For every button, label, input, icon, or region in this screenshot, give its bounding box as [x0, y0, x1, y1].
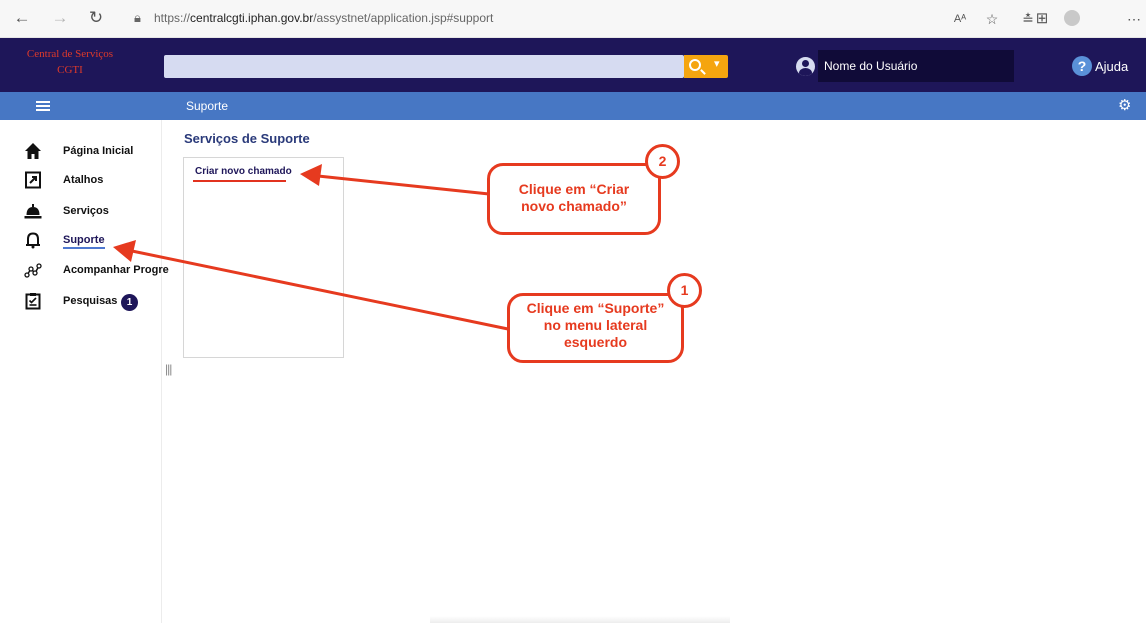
refresh-icon[interactable]: ↻ — [86, 8, 106, 28]
back-icon[interactable]: ← — [12, 8, 32, 28]
favorite-icon[interactable]: ☆ — [982, 9, 1002, 29]
sidebar-item-label: Pesquisas — [63, 295, 118, 307]
collections-icon[interactable]: ⊞ — [1032, 9, 1052, 29]
step-number: 2 — [645, 144, 680, 179]
annotation-underline — [193, 180, 286, 182]
sidebar — [0, 120, 162, 623]
home-icon — [25, 143, 41, 159]
callout-text: novo chamado” — [521, 198, 627, 214]
chevron-down-icon: ▾ — [714, 58, 720, 70]
url-host: centralcgti.iphan.gov.br — [190, 11, 314, 25]
help-icon[interactable]: ? — [1072, 56, 1092, 76]
progress-icon — [24, 263, 42, 278]
more-icon[interactable]: ⋯ — [1124, 9, 1144, 29]
callout-step-2: Clique em “Criar novo chamado” — [487, 163, 661, 235]
step-number: 1 — [667, 273, 702, 308]
sidebar-resize-handle[interactable]: ||| — [165, 362, 172, 376]
services-panel: Criar novo chamado — [183, 157, 344, 358]
brand-line2: CGTI — [57, 64, 83, 76]
gear-icon[interactable]: ⚙ — [1118, 97, 1131, 115]
sidebar-item-label: Página Inicial — [63, 145, 134, 157]
callout-step-1: Clique em “Suporte” no menu lateral esqu… — [507, 293, 684, 363]
nav-bar — [0, 92, 1146, 120]
profile-icon[interactable] — [1064, 10, 1080, 26]
callout-text: Clique em “Suporte” — [526, 300, 665, 316]
callout-text: no menu lateral — [543, 317, 648, 333]
sidebar-item-label: Acompanhar Progre — [63, 264, 169, 276]
service-bell-icon — [24, 204, 42, 219]
brand-line1: Central de Serviços — [26, 48, 114, 60]
forward-icon[interactable]: → — [50, 8, 70, 28]
search-button[interactable]: ▾ — [684, 55, 728, 78]
read-aloud-icon[interactable]: Aᴬ — [950, 9, 970, 29]
shortcut-icon — [25, 171, 41, 189]
sidebar-item-services[interactable]: Serviços — [22, 201, 162, 223]
help-link[interactable]: Ajuda — [1095, 59, 1128, 74]
url-path: /assystnet/application.jsp#support — [313, 11, 494, 25]
sidebar-item-shortcuts[interactable]: Atalhos — [22, 170, 162, 192]
brand-logo[interactable]: Central de Serviços CGTI — [18, 46, 122, 78]
sidebar-item-home[interactable]: Página Inicial — [22, 141, 162, 163]
breadcrumb: Suporte — [186, 99, 229, 113]
menu-icon[interactable] — [36, 101, 50, 112]
callout-text: Clique em “Criar — [518, 181, 630, 197]
survey-icon — [25, 293, 41, 310]
page-title: Serviços de Suporte — [184, 131, 310, 146]
search-input[interactable] — [164, 55, 684, 78]
callout-text: esquerdo — [563, 334, 627, 350]
sidebar-item-progress[interactable]: Acompanhar Progre — [22, 260, 169, 282]
user-avatar-icon[interactable] — [796, 57, 815, 76]
sidebar-item-label: Suporte — [63, 234, 105, 249]
user-name: Nome do Usuário — [824, 59, 918, 73]
create-ticket-link[interactable]: Criar novo chamado — [195, 166, 292, 177]
sidebar-item-label: Serviços — [63, 205, 109, 217]
user-menu[interactable]: Nome do Usuário — [818, 50, 1014, 82]
sidebar-item-surveys[interactable]: Pesquisas 1 — [22, 291, 162, 313]
sidebar-item-label: Atalhos — [63, 174, 104, 186]
bottom-scroll-shadow — [430, 616, 730, 623]
notification-badge: 1 — [121, 294, 138, 311]
search-icon — [689, 59, 701, 71]
sidebar-item-support[interactable]: Suporte — [22, 230, 162, 252]
url-prefix: https:// — [154, 11, 191, 25]
support-bell-icon — [26, 232, 40, 249]
address-bar[interactable]: https://centralcgti.iphan.gov.br/assystn… — [154, 11, 493, 25]
lock-icon[interactable]: 🔒︎ — [134, 10, 141, 26]
browser-toolbar: ← → ↻ 🔒︎ https://centralcgti.iphan.gov.b… — [0, 0, 1146, 38]
